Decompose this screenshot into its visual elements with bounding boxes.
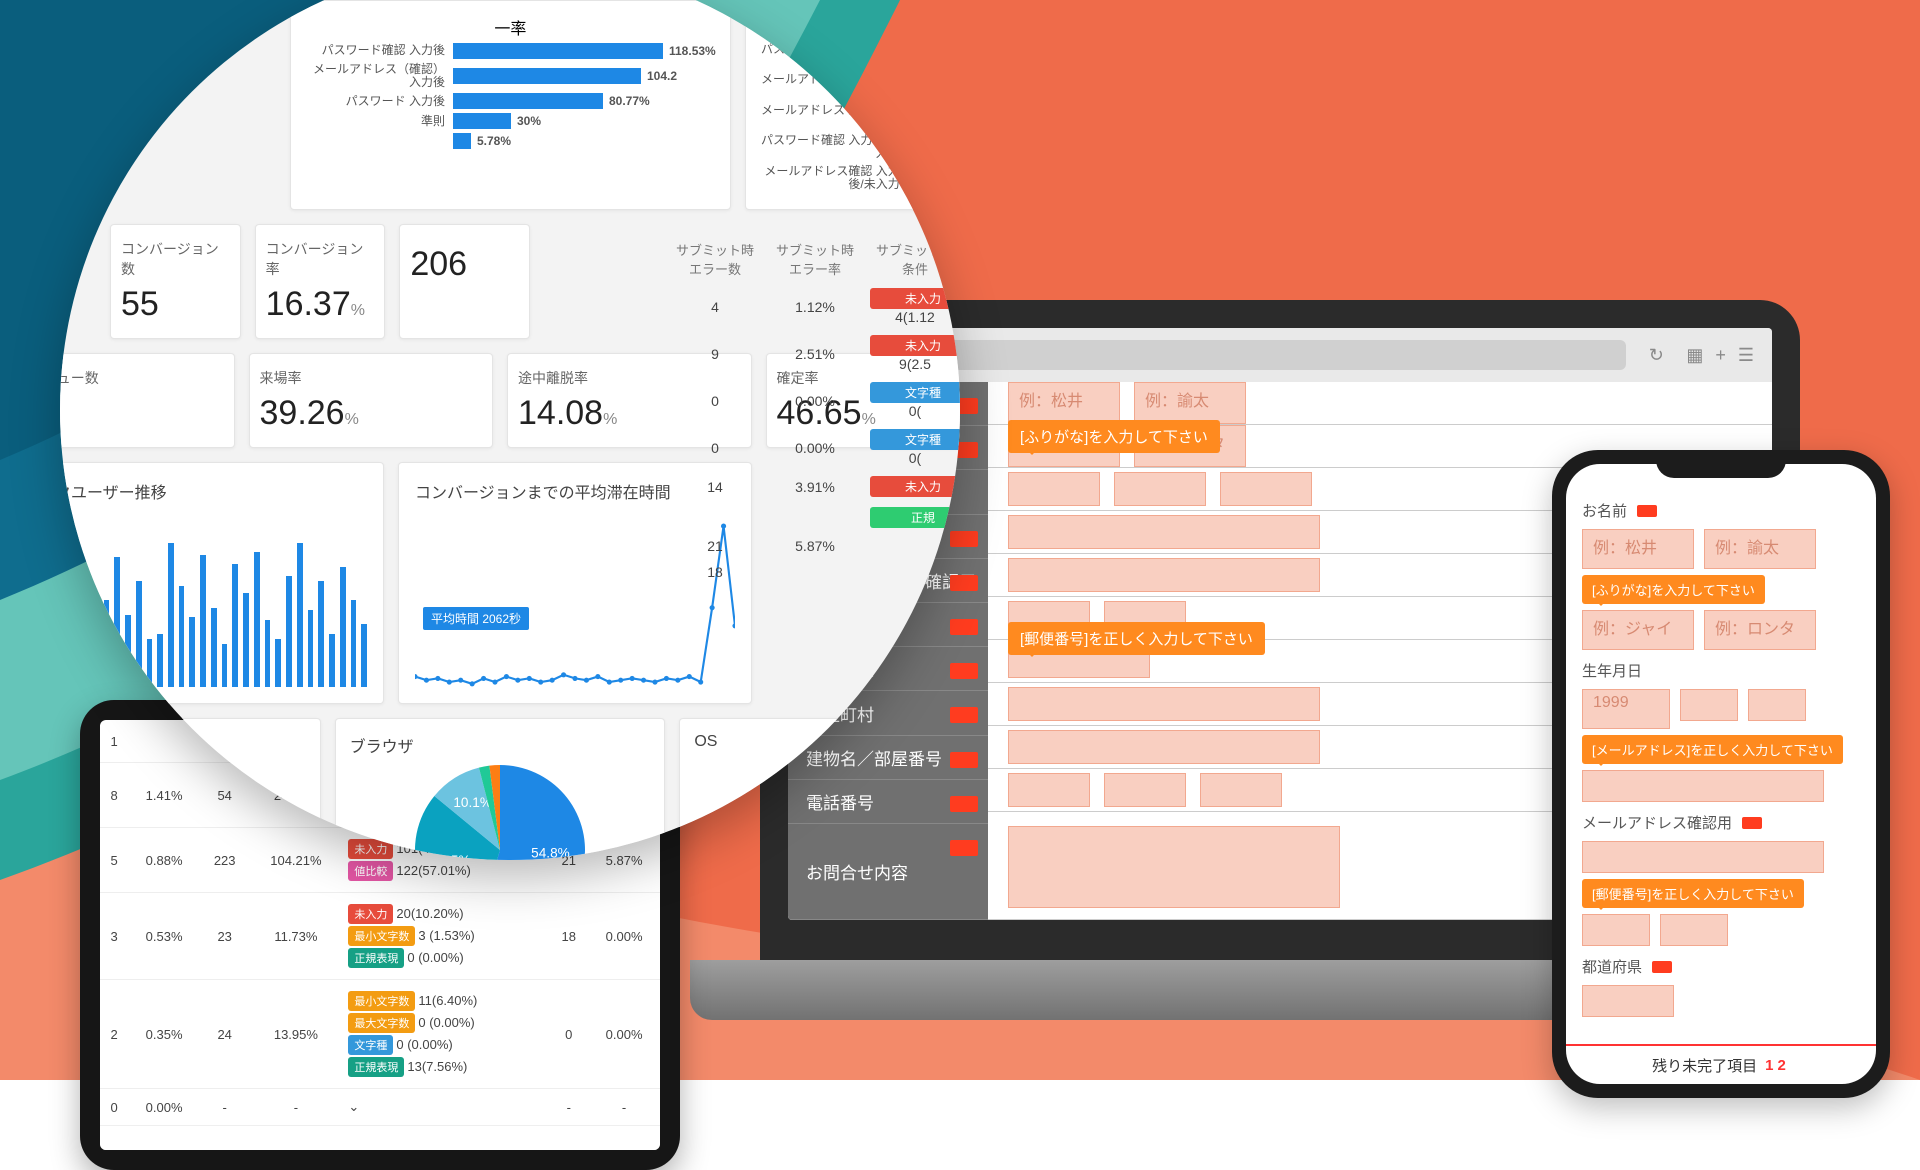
- table-row: 00.00%--⌄--: [100, 1089, 660, 1126]
- phone-footer: 残り未完了項目12: [1566, 1044, 1876, 1084]
- os-pie: OS 15.5%: [679, 718, 960, 860]
- card-title: ブラウザ: [350, 733, 651, 757]
- error-row: 00.00%文字種 0(: [670, 382, 960, 419]
- card-title: ワースト条件別: [760, 15, 960, 39]
- submit-error-table: サブミット時エラー数サブミット時エラー率サブミット時条件 41.12%未入力 4…: [670, 240, 960, 590]
- label-name: お名前: [1582, 500, 1627, 521]
- url-bar[interactable]: [949, 340, 1626, 370]
- card-title: 一率: [305, 15, 716, 39]
- required-badge: [1637, 505, 1657, 517]
- textarea[interactable]: [1008, 826, 1340, 908]
- error-row: 215.87%: [670, 538, 960, 554]
- hbar-row: メールアドレス確認 入力後/未入力: [760, 165, 960, 191]
- error-row: 92.51%未入力 9(2.5: [670, 335, 960, 372]
- dob-day[interactable]: [1748, 689, 1806, 721]
- svg-text:10.1%: 10.1%: [453, 795, 492, 810]
- tooltip-furigana: [ふりがな]を入力して下さい: [1008, 420, 1220, 453]
- text-input[interactable]: [1008, 515, 1320, 549]
- metric-card: コンバージョン数55: [110, 224, 241, 339]
- hbar-row: 5.78%: [305, 133, 716, 149]
- table-row: 20.35%2413.95%最小文字数11(6.40%)最大文字数0 (0.00…: [100, 980, 660, 1089]
- menu-icon[interactable]: ☰: [1738, 345, 1754, 366]
- worst-condition-card: ワースト条件別 パスワード確認 入力後/値比較メールアドレス 入力後/正規表現メ…: [745, 0, 960, 210]
- plus-icon[interactable]: +: [1715, 345, 1726, 366]
- mail2-input[interactable]: [1582, 841, 1824, 873]
- svg-text:54.8%: 54.8%: [531, 845, 570, 860]
- hbar-row: メールアドレス（確認） 入力後104.2: [305, 63, 716, 89]
- hbar-row: メールアドレス 入力後/値比較: [760, 104, 960, 130]
- donut-center: ページビュー数 568: [70, 765, 240, 860]
- panel-title: ユニークユーザー推移: [60, 479, 367, 503]
- zip1-input[interactable]: [1582, 914, 1650, 946]
- dob-year[interactable]: 1999: [1582, 689, 1670, 729]
- metric-card: コンバージョン率16.37%: [255, 224, 386, 339]
- tel2[interactable]: [1104, 773, 1186, 807]
- metric-card: 206: [399, 224, 530, 339]
- label-dob: 生年月日: [1582, 660, 1642, 681]
- hbar-row: パスワード確認 入力後/未入力: [760, 134, 960, 160]
- field[interactable]: [1220, 472, 1312, 506]
- card-title: OS: [694, 733, 960, 751]
- mail-input[interactable]: [1582, 770, 1824, 802]
- reload-icon[interactable]: ↻: [1640, 345, 1672, 366]
- form-field-row: 例：松井例：諭太: [988, 382, 1772, 425]
- card-title: ユーザーアクション: [60, 733, 306, 757]
- table-row: 30.53%2311.73%未入力20(10.20%)最小文字数3 (1.53%…: [100, 893, 660, 980]
- required-badge: [1742, 817, 1762, 829]
- hbar-row: パスワード確認 入力後118.53%: [305, 43, 716, 59]
- avg-badge: 平均時間 2062秒: [423, 607, 529, 630]
- zip2-input[interactable]: [1660, 914, 1728, 946]
- name2-input[interactable]: 例：諭太: [1704, 529, 1816, 569]
- hbar-row: パスワード 入力後80.77%: [305, 93, 716, 109]
- text-input[interactable]: [1008, 687, 1320, 721]
- tooltip-mail: [メールアドレス]を正しく入力して下さい: [1582, 735, 1843, 764]
- kana1-input[interactable]: 例：ジャイ: [1582, 610, 1694, 650]
- error-row: 正規: [670, 507, 960, 528]
- name1-input[interactable]: 例：松井: [1008, 382, 1120, 424]
- metric-card: 来場率39.26%: [249, 353, 494, 448]
- tooltip-zip: [郵便番号]を正しく入力して下さい: [1582, 879, 1804, 908]
- name1-input[interactable]: 例：松井: [1582, 529, 1694, 569]
- pie-chart: 54.8% 31.5% 10.1%: [415, 765, 585, 860]
- label-pref: 都道府県: [1582, 956, 1642, 977]
- browser-pie: ブラウザ 54.8%31.5%10.1% ChromeEdgeSafariFir…: [335, 718, 666, 860]
- unique-users-bar-chart: [60, 517, 367, 687]
- hbar-row: パスワード確認 入力後/値比較: [760, 43, 960, 69]
- completion-rate-card: 一率 パスワード確認 入力後118.53% メールアドレス（確認） 入力後104.…: [290, 0, 731, 210]
- pref-input[interactable]: [1582, 985, 1674, 1017]
- required-badge: [1652, 961, 1672, 973]
- user-actions-pie: ユーザーアクション 39.3%46.7%14.1% ページビュー数 568 途中…: [60, 718, 321, 860]
- name2-input[interactable]: 例：諭太: [1134, 382, 1246, 424]
- pie-chart: 15.5%: [780, 759, 910, 860]
- error-row: 143.91%未入力: [670, 476, 960, 497]
- field[interactable]: [1114, 472, 1206, 506]
- field[interactable]: [1008, 472, 1100, 506]
- text-input[interactable]: [1008, 558, 1320, 592]
- text-input[interactable]: [1008, 730, 1320, 764]
- tel1[interactable]: [1008, 773, 1090, 807]
- svg-text:15.5%: 15.5%: [848, 781, 877, 792]
- error-row: 00.00%文字種 0(: [670, 429, 960, 466]
- tel3[interactable]: [1200, 773, 1282, 807]
- tooltip-kana: [ふりがな]を入力して下さい: [1582, 575, 1765, 604]
- phone-form: お名前 例：松井 例：諭太 [ふりがな]を入力して下さい 例：ジャイ 例：ロンタ…: [1566, 464, 1876, 1044]
- error-row: 18: [670, 564, 960, 580]
- error-row: 41.12%未入力 4(1.12: [670, 288, 960, 325]
- tooltip-zip: [郵便番号]を正しく入力して下さい: [1008, 622, 1265, 655]
- hbar-row: メールアドレス 入力後/正規表現: [760, 73, 960, 99]
- dob-month[interactable]: [1680, 689, 1738, 721]
- svg-text:31.5%: 31.5%: [432, 853, 471, 860]
- dashboard-magnifier: 一率 パスワード確認 入力後118.53% メールアドレス（確認） 入力後104.…: [60, 0, 960, 860]
- kana2-input[interactable]: 例：ロンタ: [1704, 610, 1816, 650]
- grid-icon[interactable]: ▦: [1686, 345, 1703, 366]
- phone-mock: お名前 例：松井 例：諭太 [ふりがな]を入力して下さい 例：ジャイ 例：ロンタ…: [1552, 450, 1890, 1098]
- metric-card: ページビュー数568: [60, 353, 235, 448]
- unique-users-panel: ユニークユーザー推移: [60, 462, 384, 704]
- label-mail2: メールアドレス確認用: [1582, 812, 1732, 833]
- hbar-row: 準則30%: [305, 113, 716, 129]
